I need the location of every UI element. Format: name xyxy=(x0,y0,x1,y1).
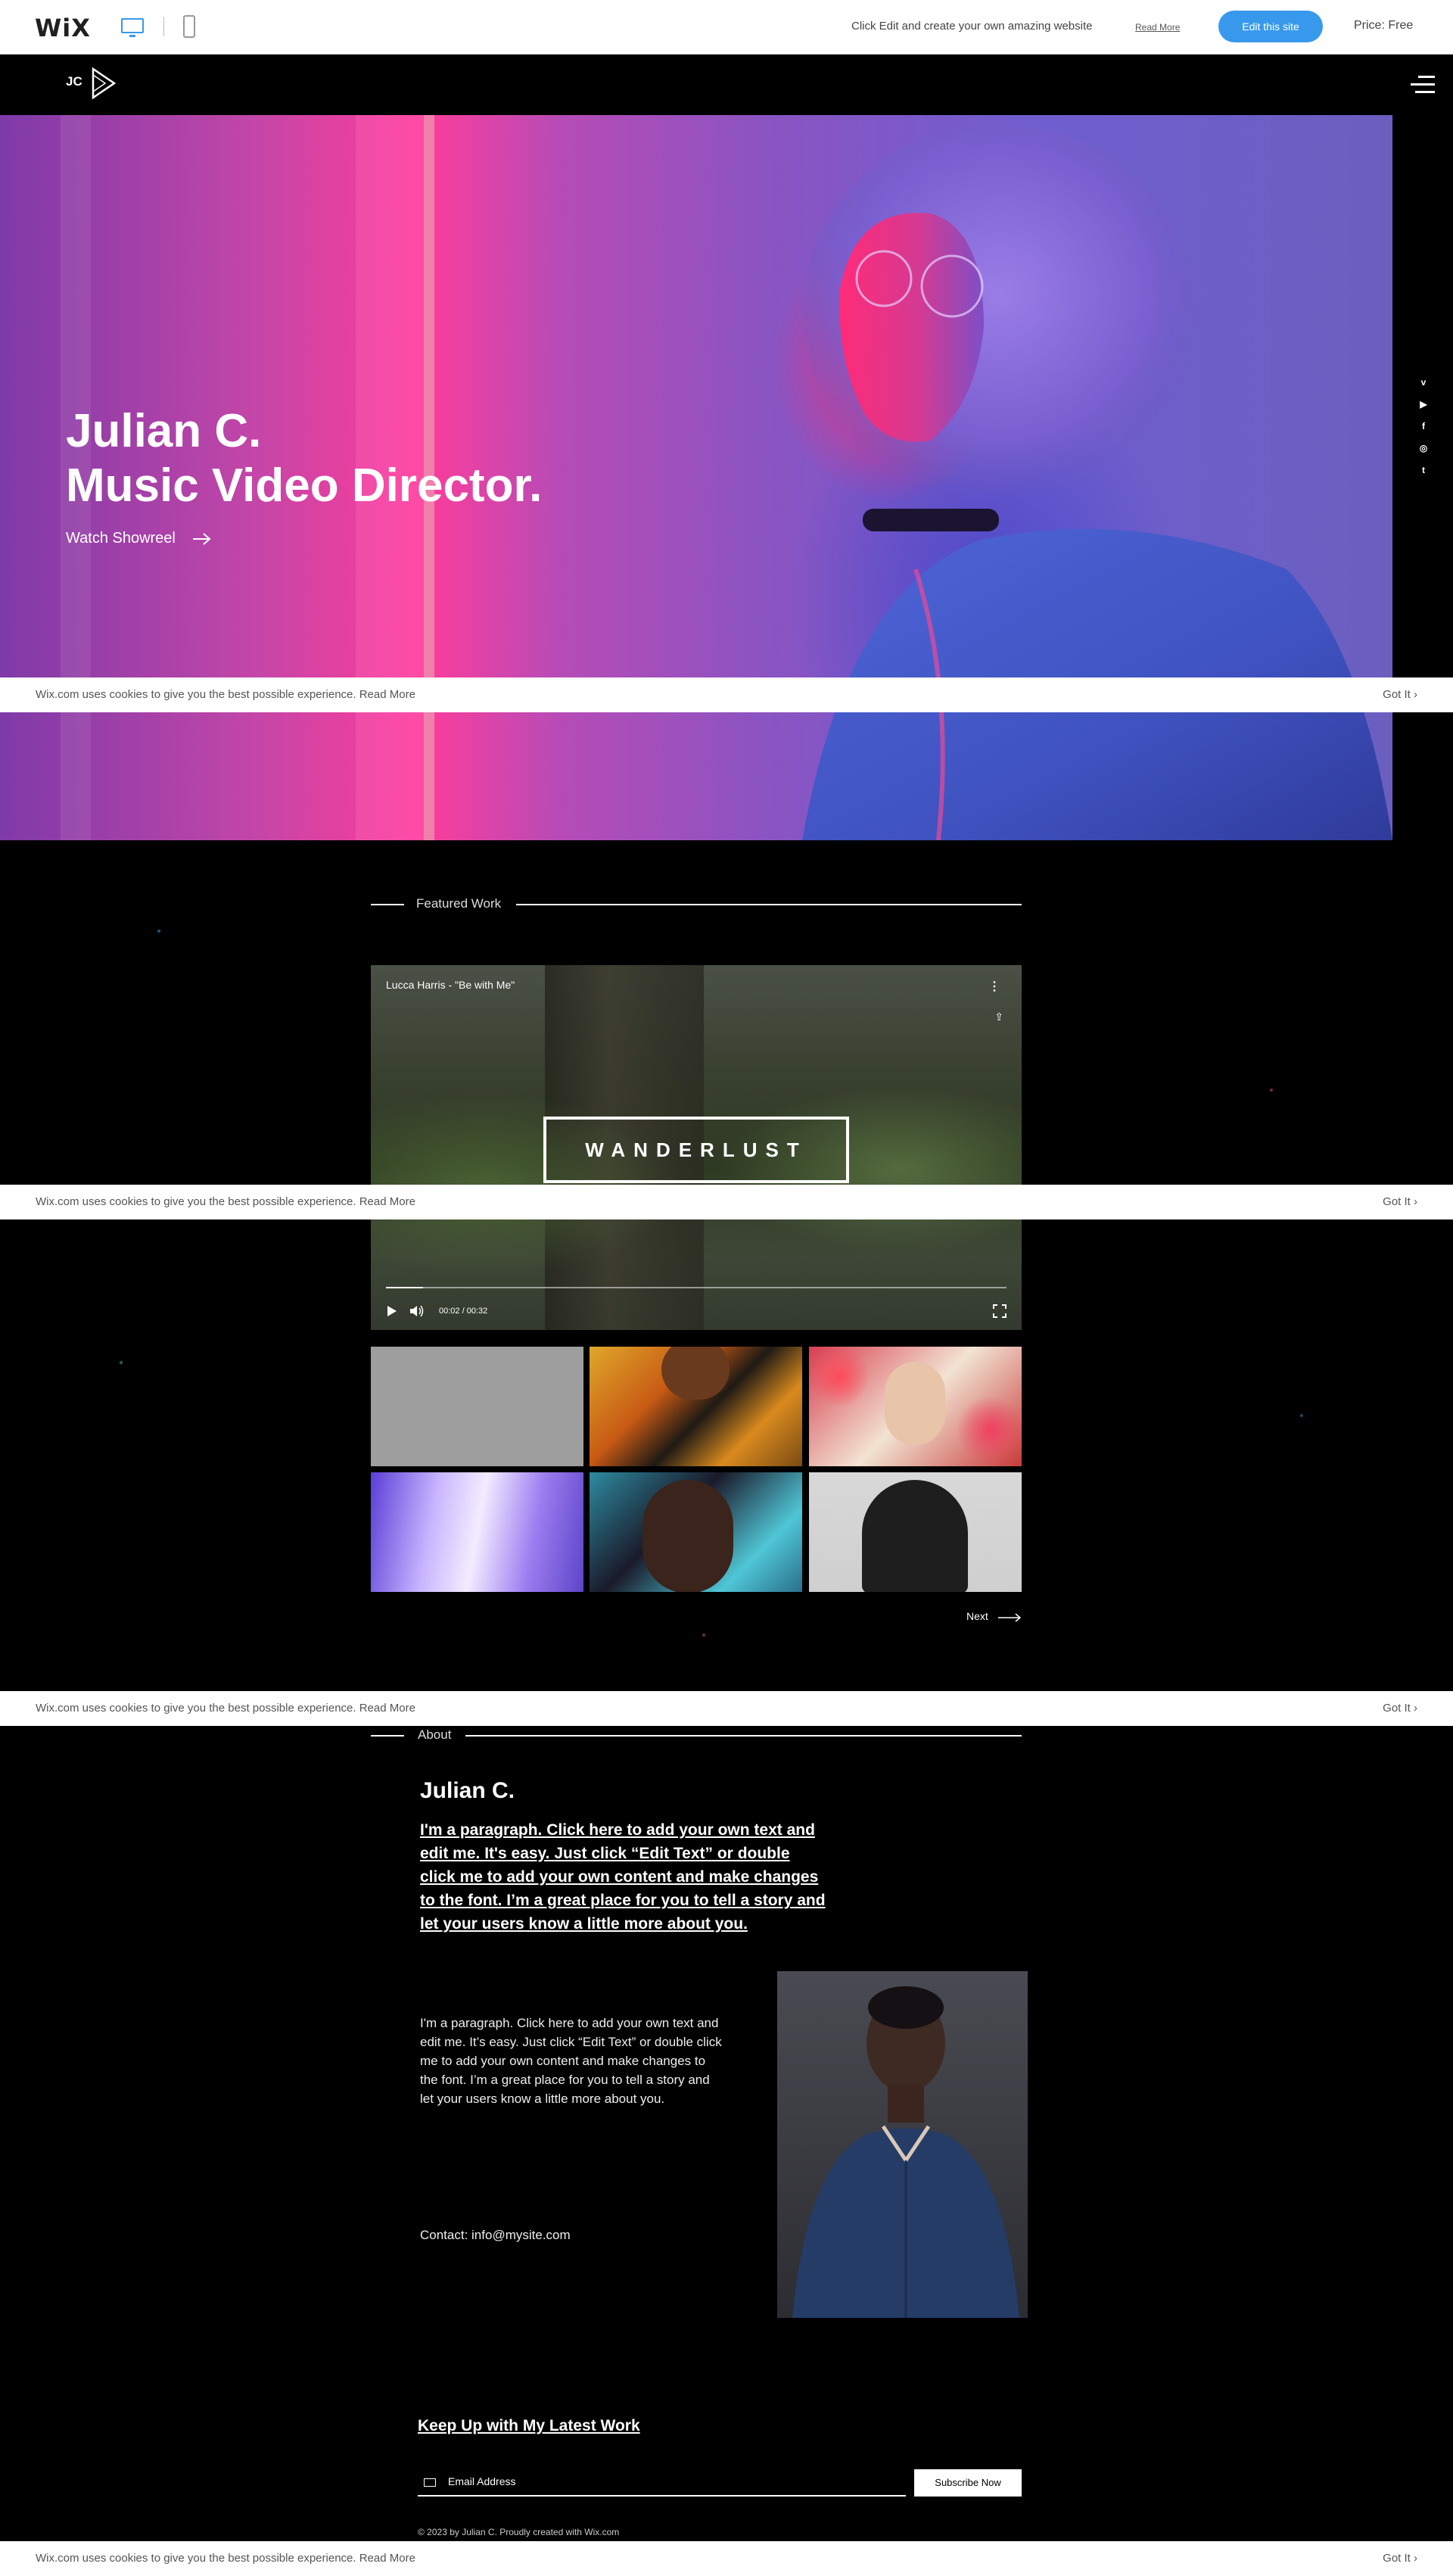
play-triangle-icon[interactable] xyxy=(91,67,117,100)
gallery-thumbnail[interactable] xyxy=(809,1347,1022,1466)
about-name: Julian C. xyxy=(420,1778,515,1803)
cookie-banner: Wix.com uses cookies to give you the bes… xyxy=(0,2541,1453,2576)
more-options-icon[interactable]: ⋮ xyxy=(988,979,1000,994)
video-thumbnail-gallery xyxy=(371,1347,1022,1592)
subscribe-button[interactable]: Subscribe Now xyxy=(914,2469,1022,2497)
arrow-right-icon[interactable] xyxy=(191,531,213,547)
volume-icon[interactable] xyxy=(409,1304,425,1319)
portrait-figure xyxy=(792,1986,1019,2318)
gallery-thumbnail[interactable] xyxy=(371,1347,583,1466)
thumbnail-figure xyxy=(862,1480,968,1592)
facebook-icon[interactable]: f xyxy=(1418,421,1429,431)
cookie-message: Wix.com uses cookies to give you the bes… xyxy=(36,1195,415,1208)
twitter-icon[interactable]: t xyxy=(1418,465,1429,475)
play-icon[interactable] xyxy=(386,1304,398,1318)
featured-work-label: Featured Work xyxy=(416,896,502,911)
video-title[interactable]: Lucca Harris - "Be with Me" xyxy=(386,979,515,991)
mobile-view-icon[interactable] xyxy=(183,15,195,38)
about-paragraph: I'm a paragraph. Click here to add your … xyxy=(420,2016,722,2106)
thumbnail-figure xyxy=(642,1480,733,1592)
watch-showreel-link[interactable]: Watch Showreel xyxy=(66,530,176,547)
section-divider xyxy=(465,1735,1022,1737)
fullscreen-icon[interactable] xyxy=(993,1304,1007,1318)
wix-top-bar: WiX Click Edit and create your own amazi… xyxy=(0,0,1453,55)
gallery-next-button[interactable]: Next xyxy=(966,1610,988,1622)
video-banner-text: WANDERLUST xyxy=(543,1117,849,1183)
cookie-banner: Wix.com uses cookies to give you the bes… xyxy=(0,1691,1453,1726)
cookie-message: Wix.com uses cookies to give you the bes… xyxy=(36,688,415,701)
section-divider xyxy=(371,904,404,905)
device-separator xyxy=(163,17,164,36)
desktop-view-icon[interactable] xyxy=(121,18,144,37)
about-label: About xyxy=(418,1727,452,1742)
portrait-photo xyxy=(777,1971,1028,2318)
hero-banner: Julian C. Music Video Director. Watch Sh… xyxy=(0,115,1392,840)
section-divider xyxy=(371,1735,404,1737)
cookie-banner: Wix.com uses cookies to give you the bes… xyxy=(0,677,1453,712)
video-time: 00:02 / 00:32 xyxy=(439,1307,488,1316)
wix-promo-message: Click Edit and create your own amazing w… xyxy=(851,20,1093,33)
gallery-thumbnail[interactable] xyxy=(371,1472,583,1592)
cookie-got-it-button[interactable]: Got It › xyxy=(1383,2552,1417,2565)
newsletter-title: Keep Up with My Latest Work xyxy=(418,2417,640,2434)
youtube-icon[interactable]: ▶ xyxy=(1418,399,1429,410)
site-header: JC xyxy=(0,55,1453,115)
price-label: Price: Free xyxy=(1354,19,1414,32)
cookie-banner: Wix.com uses cookies to give you the bes… xyxy=(0,1185,1453,1219)
edit-this-site-button[interactable]: Edit this site xyxy=(1218,11,1323,42)
share-icon[interactable]: ⇪ xyxy=(994,1011,1003,1023)
gallery-thumbnail[interactable] xyxy=(590,1472,802,1592)
cookie-message: Wix.com uses cookies to give you the bes… xyxy=(36,2552,415,2565)
vimeo-icon[interactable]: v xyxy=(1418,377,1429,388)
gallery-thumbnail[interactable] xyxy=(590,1347,802,1466)
section-divider xyxy=(516,904,1022,905)
gallery-thumbnail[interactable] xyxy=(809,1472,1022,1592)
video-progress-fill xyxy=(386,1287,424,1288)
hero-title-line-1: Julian C. xyxy=(66,405,262,457)
cookie-got-it-button[interactable]: Got It › xyxy=(1383,688,1417,701)
cookie-got-it-button[interactable]: Got It › xyxy=(1383,1195,1417,1208)
wix-read-more-link[interactable]: Read More xyxy=(1135,22,1180,33)
video-player[interactable]: Lucca Harris - "Be with Me" ⋮ ⇪ WANDERLU… xyxy=(371,965,1022,1330)
email-field[interactable] xyxy=(418,2469,906,2497)
arrow-right-icon[interactable] xyxy=(997,1613,1022,1622)
hero-title: Julian C. Music Video Director. xyxy=(66,404,542,513)
wix-logo[interactable]: WiX xyxy=(35,14,91,42)
site-logo-text[interactable]: JC xyxy=(66,74,82,89)
envelope-icon xyxy=(424,2478,436,2487)
footer-copyright: © 2023 by Julian C. Proudly created with… xyxy=(418,2527,620,2537)
hero-portrait-image xyxy=(802,123,1392,840)
cookie-got-it-button[interactable]: Got It › xyxy=(1383,1702,1417,1715)
cookie-message: Wix.com uses cookies to give you the bes… xyxy=(36,1702,415,1715)
about-lead-paragraph[interactable]: I'm a paragraph. Click here to add your … xyxy=(420,1818,829,1936)
contact-email[interactable]: Contact: info@mysite.com xyxy=(420,2228,571,2243)
email-input[interactable] xyxy=(448,2475,895,2487)
video-progress-bar[interactable] xyxy=(386,1287,1007,1288)
social-icons: v ▶ f ◎ t xyxy=(1415,377,1432,487)
thumbnail-figure xyxy=(885,1362,945,1445)
hero-title-line-2: Music Video Director. xyxy=(66,459,543,512)
hamburger-menu-icon[interactable] xyxy=(1411,76,1435,94)
thumbnail-figure xyxy=(661,1347,730,1400)
instagram-icon[interactable]: ◎ xyxy=(1418,443,1429,453)
